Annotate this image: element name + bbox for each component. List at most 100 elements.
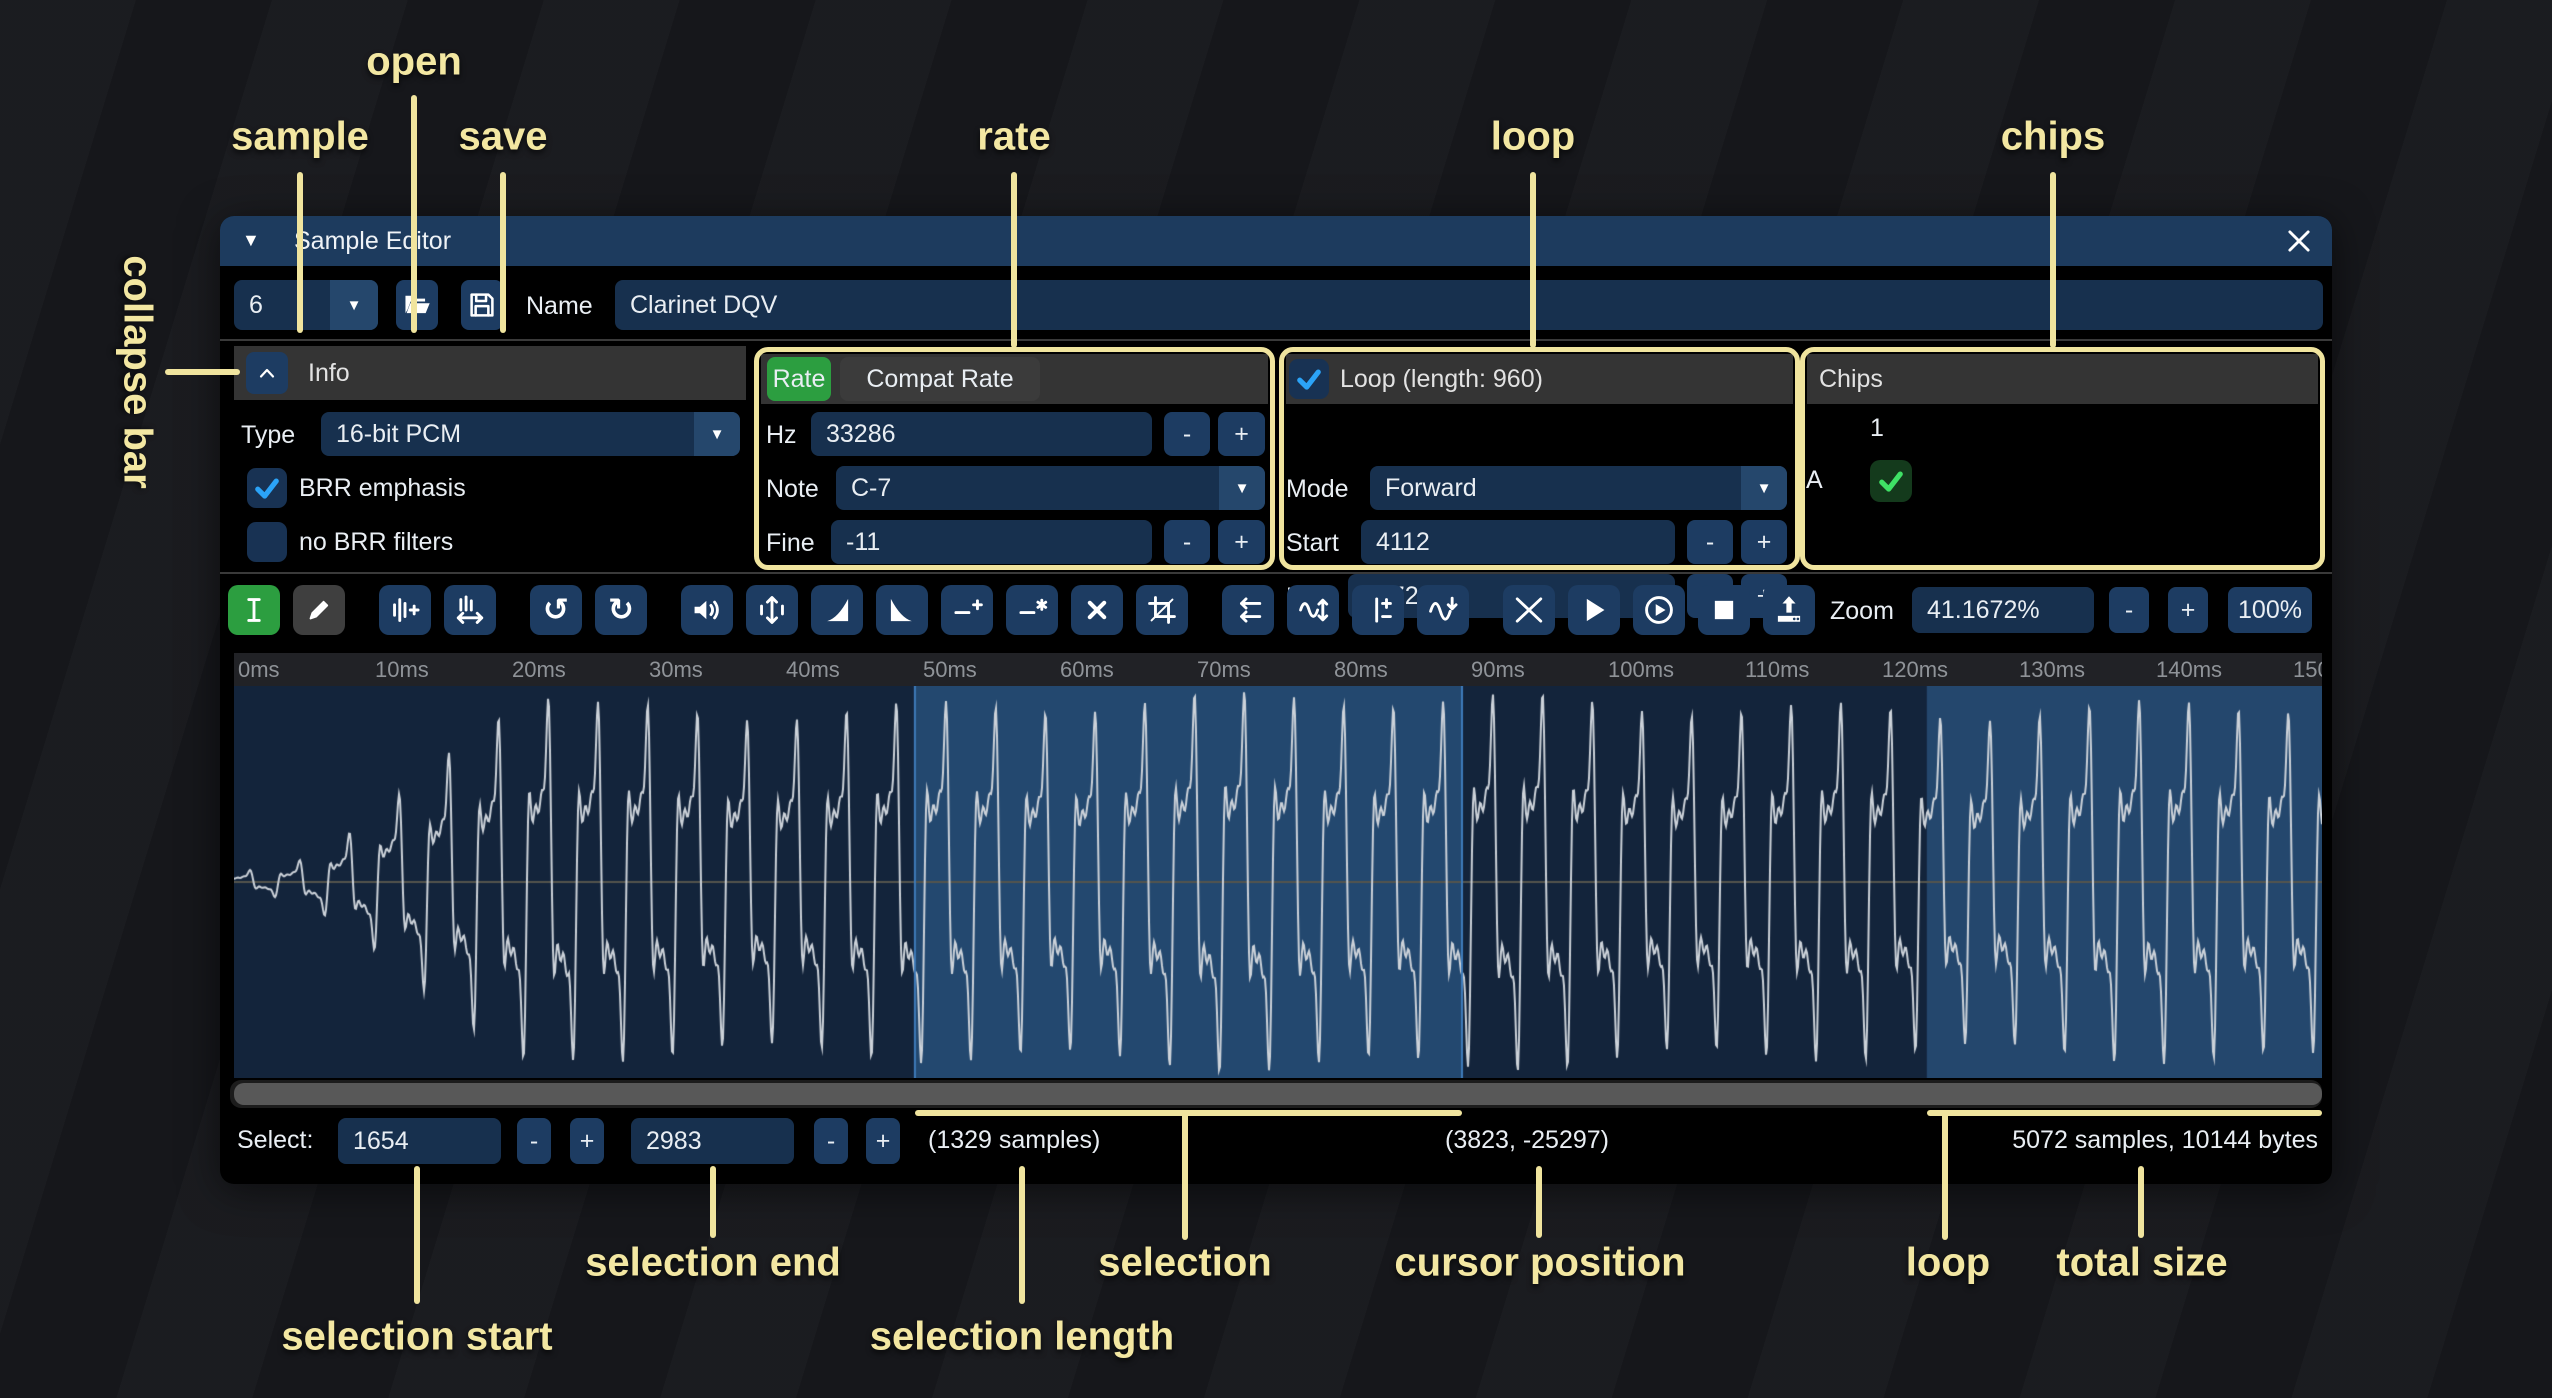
callout-line-selection [1182,1112,1188,1240]
selection-length-text: (1329 samples) [928,1126,1100,1155]
fine-increase-button[interactable]: + [1218,520,1265,564]
fine-decrease-button[interactable]: - [1164,520,1210,564]
selection-start-decrease-button[interactable]: - [517,1118,551,1164]
fade-in-button[interactable] [811,585,863,635]
timeline-tick: 110ms [1745,657,1809,683]
chevron-down-icon[interactable]: ▼ [694,412,740,456]
resample-button[interactable] [444,585,496,635]
apply-silence-button[interactable] [1006,585,1058,635]
amplify-button[interactable] [681,585,733,635]
info-panel-header: Info [234,346,746,400]
annotation-cursor-position: cursor position [1394,1241,1685,1286]
zoom-reset-button[interactable]: 100% [2228,587,2312,633]
draw-tool-icon [302,593,336,627]
trim-button[interactable] [1136,585,1188,635]
normalize-button[interactable] [746,585,798,635]
check-icon [1876,466,1906,496]
note-dropdown[interactable]: C-7 ▼ [836,466,1265,510]
waveform-view[interactable] [234,686,2322,1078]
selection-end-field[interactable]: 2983 [631,1118,794,1164]
annotation-selection-length: selection length [870,1315,1175,1360]
waveform-scrollbar-thumb[interactable] [234,1083,2322,1105]
loop-start-value: 4112 [1376,528,1430,557]
invert-icon [1296,593,1330,627]
loop-enable-checkbox[interactable] [1289,359,1329,399]
chip-a-checkbox[interactable] [1870,460,1912,502]
sample-select-dropdown[interactable]: 6 ▼ [234,280,378,330]
selection-start-increase-button[interactable]: + [570,1118,604,1164]
signed-unsigned-icon [1361,593,1395,627]
type-dropdown[interactable]: 16-bit PCM ▼ [321,412,740,456]
preview-loop-button[interactable] [1633,585,1685,635]
annotation-sample: sample [231,115,369,160]
loop-start-field[interactable]: 4112 [1361,520,1675,564]
zoom-field[interactable]: 41.1672% [1912,587,2094,633]
chevron-down-icon[interactable]: ▼ [1741,466,1787,510]
divider [220,572,2332,574]
annotation-loop: loop [1491,115,1575,160]
invert-button[interactable] [1287,585,1339,635]
stop-button[interactable] [1698,585,1750,635]
sample-editor-window: ▼ Sample Editor 6 ▼ Name Clarinet DQV [220,216,2332,1184]
crossfade-button[interactable] [1503,585,1555,635]
check-icon [1294,364,1324,394]
chips-column-header: 1 [1855,414,1899,443]
no-brr-filters-checkbox[interactable] [247,522,287,562]
page-background: ▼ Sample Editor 6 ▼ Name Clarinet DQV [0,0,2552,1398]
preview-icon [1577,593,1611,627]
fine-field[interactable]: -11 [831,520,1152,564]
filter-button[interactable] [1417,585,1469,635]
zoom-value: 41.1672% [1927,596,2040,625]
zoom-in-button[interactable]: + [2168,587,2208,633]
chevron-down-icon[interactable]: ▼ [1219,466,1265,510]
redo-icon: ↻ [608,595,634,626]
fade-out-button[interactable] [876,585,928,635]
resize-icon [388,593,422,627]
undo-button[interactable]: ↺ [530,585,582,635]
trim-icon [1145,593,1179,627]
redo-button[interactable]: ↻ [595,585,647,635]
name-field[interactable]: Clarinet DQV [615,280,2323,330]
import-button[interactable] [1763,585,1815,635]
name-label: Name [526,292,593,321]
chevron-down-icon[interactable]: ▼ [330,280,378,330]
info-header-label: Info [308,359,350,388]
resize-button[interactable] [379,585,431,635]
close-button[interactable] [2282,224,2316,258]
hz-decrease-button[interactable]: - [1164,412,1210,456]
save-sample-button[interactable] [461,280,503,330]
loop-start-decrease-button[interactable]: - [1687,520,1733,564]
timeline-ruler: 0ms10ms20ms30ms40ms50ms60ms70ms80ms90ms1… [234,653,2322,686]
tab-rate[interactable]: Rate [767,357,831,401]
loop-start-increase-button[interactable]: + [1741,520,1787,564]
loop-mode-dropdown[interactable]: Forward ▼ [1370,466,1787,510]
brr-emphasis-checkbox[interactable] [247,468,287,508]
reverse-button[interactable] [1222,585,1274,635]
annotation-collapse-bar: collapse bar [115,255,160,488]
selection-start-field[interactable]: 1654 [338,1118,501,1164]
select-tool-button[interactable] [228,585,280,635]
callout-line-selection-end [710,1166,716,1238]
delete-button[interactable] [1071,585,1123,635]
info-collapse-button[interactable] [246,352,288,394]
window-collapse-triangle-icon[interactable]: ▼ [242,231,260,249]
draw-tool-button[interactable] [293,585,345,635]
mode-label: Mode [1286,475,1349,504]
hz-increase-button[interactable]: + [1218,412,1265,456]
selection-end-increase-button[interactable]: + [866,1118,900,1164]
zoom-out-button[interactable]: - [2109,587,2149,633]
loop-panel-header: Loop (length: 960) [1286,354,1793,404]
loop-start-label: Start [1286,529,1339,558]
selection-end-decrease-button[interactable]: - [814,1118,848,1164]
signed-unsigned-button[interactable] [1352,585,1404,635]
hz-field[interactable]: 33286 [811,412,1152,456]
selection-end-value: 2983 [646,1127,702,1156]
insert-silence-button[interactable] [941,585,993,635]
open-sample-button[interactable] [396,280,438,330]
loop-mode-value: Forward [1385,474,1477,503]
sample-index: 6 [249,291,263,320]
callout-line-selection-start [414,1166,420,1304]
preview-button[interactable] [1568,585,1620,635]
tab-compat-rate[interactable]: Compat Rate [840,357,1040,401]
callout-line-loop-bottom [1942,1112,1948,1240]
